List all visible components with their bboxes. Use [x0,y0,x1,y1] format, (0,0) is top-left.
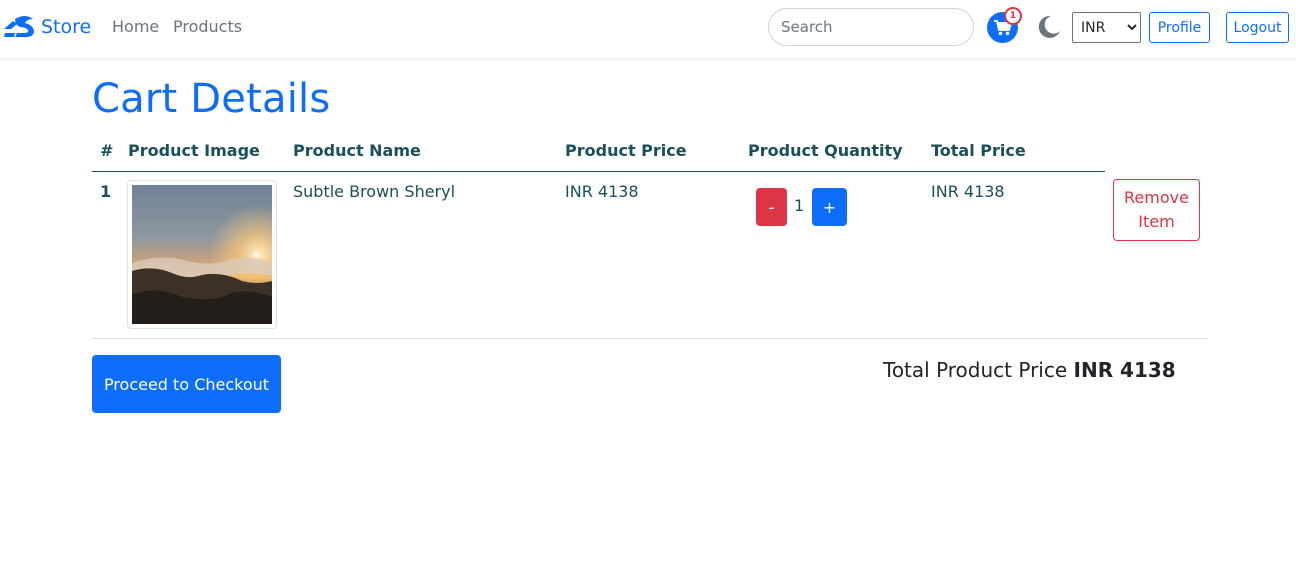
cart-count-badge: 1 [1004,7,1022,25]
total-label: Total Product Price [883,358,1074,382]
header-product-name: Product Name [293,141,421,160]
product-photo [132,185,272,324]
header-product-price: Product Price [565,141,687,160]
remove-item-button[interactable]: Remove Item [1113,179,1200,241]
brand-link[interactable]: Store [3,12,91,42]
product-image [127,180,277,329]
profile-button[interactable]: Profile [1149,12,1210,43]
currency-select[interactable]: INR [1072,12,1141,43]
total-value: INR 4138 [1073,358,1176,382]
search-input[interactable] [768,8,974,46]
logout-button[interactable]: Logout [1226,12,1289,43]
store-logo-icon [4,16,34,38]
moon-icon[interactable] [1036,14,1062,40]
header-total-price: Total Price [931,141,1026,160]
nav-link-products[interactable]: Products [173,17,242,36]
row-total-price: INR 4138 [931,182,1005,201]
total-product-price: Total Product Price INR 4138 [883,358,1176,382]
decrease-quantity-button[interactable]: - [756,188,787,226]
increase-quantity-button[interactable]: + [812,188,847,226]
header-divider [92,171,1105,172]
nav-link-home[interactable]: Home [112,17,159,36]
page-title: Cart Details [92,76,331,122]
row-product-price: INR 4138 [565,182,639,201]
header-product-quantity: Product Quantity [748,141,903,160]
proceed-to-checkout-button[interactable]: Proceed to Checkout [92,355,281,413]
row-index: 1 [100,182,112,201]
header-product-image: Product Image [128,141,260,160]
row-product-name: Subtle Brown Sheryl [293,182,456,201]
quantity-value: 1 [794,196,805,215]
navbar: Store Home Products 1 INR Profile Logout [0,0,1296,58]
row-divider [92,338,1208,339]
header-index: # [100,141,114,160]
brand-name: Store [41,16,92,38]
